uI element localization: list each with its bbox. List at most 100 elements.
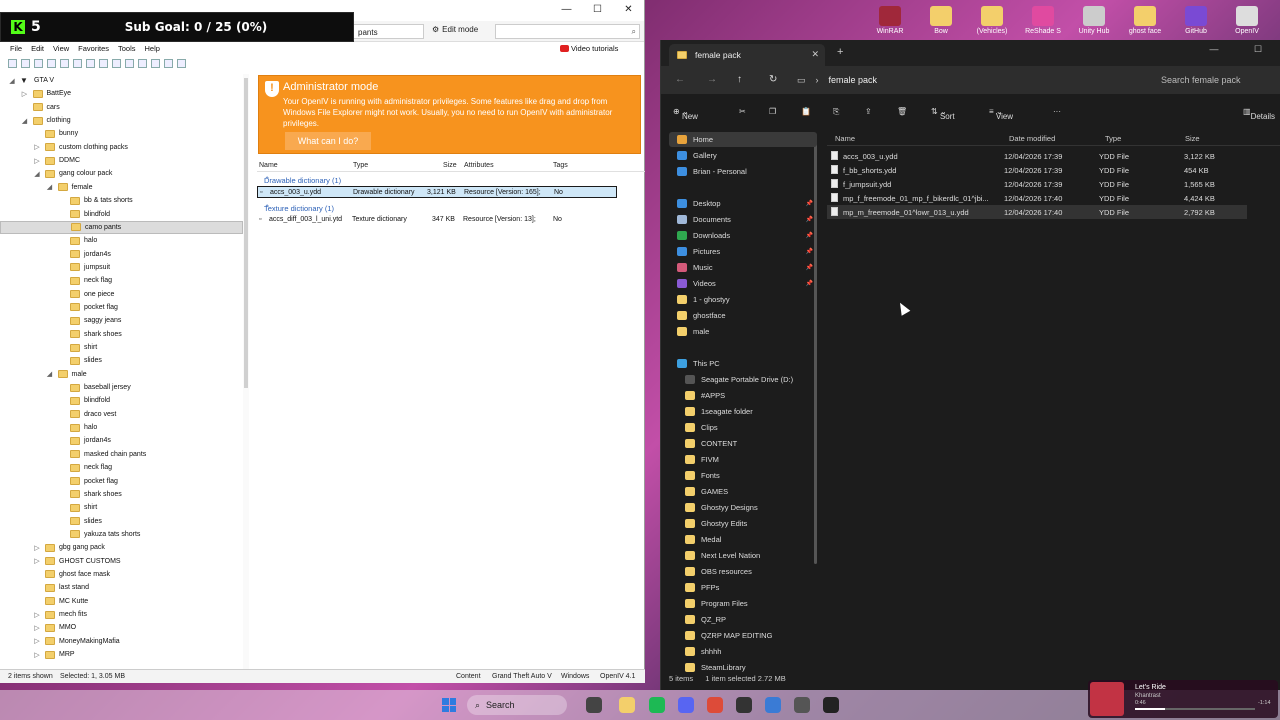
file-row[interactable]: f_bb_shorts.ydd 12/04/2026 17:39 YDD File 4… (827, 163, 1247, 177)
openiv-search-input[interactable]: ⌕ (495, 24, 640, 39)
tree-item-mmo[interactable]: ▷ MMO (0, 621, 243, 634)
nav-item-shhhh[interactable]: shhhh (669, 644, 817, 659)
tree-item-jordan4s[interactable]: jordan4s (0, 434, 243, 447)
delete-icon[interactable] (112, 59, 121, 68)
expand-toggle-icon[interactable]: ▷ (33, 624, 41, 632)
tree-item-draco-vest[interactable]: draco vest (0, 408, 243, 421)
menu-help[interactable]: Help (145, 44, 160, 56)
open-icon[interactable] (21, 59, 30, 68)
file-row[interactable]: ▫ accs_diff_003_l_uni.ytd Texture dictio… (257, 214, 617, 226)
tree-item-camo-pants[interactable]: camo pants (0, 220, 243, 234)
obs-icon[interactable] (736, 697, 752, 713)
tree-item-shark-shoes[interactable]: shark shoes (0, 328, 243, 341)
windows-start-icon[interactable] (442, 698, 456, 712)
file-explorer-icon[interactable] (619, 697, 635, 713)
share-icon[interactable]: ⇪ (865, 107, 872, 116)
nav-item-medal[interactable]: Medal (669, 532, 817, 547)
tree-item-jumpsuit[interactable]: jumpsuit (0, 261, 243, 274)
delete-icon[interactable]: 🗑 (897, 107, 907, 116)
close-tab-icon[interactable]: ✕ (811, 49, 819, 60)
nav-item-male[interactable]: male (669, 324, 817, 339)
explorer-search-input[interactable]: Search female pack (1153, 70, 1280, 90)
tree-item-custom-clothing-packs[interactable]: ▷ custom clothing packs (0, 141, 243, 154)
col-type[interactable]: Type (353, 162, 368, 169)
desktop-icon-vehicles[interactable]: (Vehicles) (972, 6, 1012, 35)
menu-edit[interactable]: Edit (31, 44, 44, 56)
tree-item-clothing[interactable]: ◢ clothing (0, 114, 243, 127)
app-icon[interactable] (765, 697, 781, 713)
nav-item-downloads[interactable]: Downloads 📌 (669, 228, 817, 243)
expand-toggle-icon[interactable]: ◢ (46, 370, 54, 378)
tree-item-male[interactable]: ◢ male (0, 368, 243, 381)
nav-item-steamlibrary[interactable]: SteamLibrary (669, 660, 817, 675)
nav-item-apps[interactable]: #APPS (669, 388, 817, 403)
properties-icon[interactable] (125, 59, 134, 68)
discord-icon[interactable] (678, 697, 694, 713)
address-bar[interactable]: ▭ › female pack (797, 70, 1147, 90)
maximize-icon[interactable]: ☐ (1236, 40, 1280, 58)
tree-item-moneymakingmafia[interactable]: ▷ MoneyMakingMafia (0, 635, 243, 648)
nav-item-this-pc[interactable]: This PC (669, 356, 817, 371)
tree-item-gbg-gang-pack[interactable]: ▷ gbg gang pack (0, 541, 243, 554)
nav-item-fonts[interactable]: Fonts (669, 468, 817, 483)
nav-item-music[interactable]: Music 📌 (669, 260, 817, 275)
path-tab[interactable]: pants (354, 24, 424, 39)
nav-item-pictures[interactable]: Pictures 📌 (669, 244, 817, 259)
nav-item-ghostyy-designs[interactable]: Ghostyy Designs (669, 500, 817, 515)
desktop-icon-winrar[interactable]: WinRAR (870, 6, 910, 35)
status-content[interactable]: Content (456, 673, 481, 680)
collapse-icon[interactable]: ⌃ (264, 175, 638, 184)
expand-toggle-icon[interactable]: ▷ (33, 651, 41, 659)
minimize-icon[interactable]: — (551, 0, 582, 18)
back-icon[interactable]: ← (675, 74, 685, 85)
nav-item-1seagate-folder[interactable]: 1seagate folder (669, 404, 817, 419)
copy-icon[interactable] (86, 59, 95, 68)
nav-item-qz-rp[interactable]: QZ_RP (669, 612, 817, 627)
tree-item-one-piece[interactable]: one piece (0, 288, 243, 301)
expand-toggle-icon[interactable]: ◢ (33, 170, 41, 178)
back-icon[interactable] (34, 59, 43, 68)
pin-icon[interactable]: 📌 (806, 280, 813, 287)
up-icon[interactable]: ↑ (737, 74, 742, 85)
new-button[interactable]: ⊕ New ⌄ (673, 107, 698, 121)
tree-item-pocket-flag[interactable]: pocket flag (0, 475, 243, 488)
menu-view[interactable]: View (53, 44, 69, 56)
collapse-icon[interactable]: ⌃ (264, 203, 638, 212)
cut-icon[interactable]: ✂ (739, 107, 746, 116)
tree-item-gta-v[interactable]: ◢ ▼ GTA V (0, 74, 243, 87)
rename-icon[interactable]: ⎘ (833, 107, 839, 117)
tree-item-ghost-face-mask[interactable]: ghost face mask (0, 568, 243, 581)
nav-item-ghostface[interactable]: ghostface (669, 308, 817, 323)
tree-item-yakuza-tats-shorts[interactable]: yakuza tats shorts (0, 528, 243, 541)
pin-icon[interactable]: 📌 (806, 248, 813, 255)
tree-item-slides[interactable]: slides (0, 515, 243, 528)
export-icon[interactable] (151, 59, 160, 68)
tree-item-bunny[interactable]: bunny (0, 127, 243, 140)
new-icon[interactable] (8, 59, 17, 68)
tree-item-bb-tats-shorts[interactable]: bb & tats shorts (0, 194, 243, 207)
expand-toggle-icon[interactable]: ▷ (33, 637, 41, 645)
video-tutorials-link[interactable]: Video tutorials (560, 44, 618, 53)
task-view-icon[interactable] (586, 697, 602, 713)
col-name[interactable]: Name (835, 134, 855, 143)
import-icon[interactable] (138, 59, 147, 68)
forward-icon[interactable]: → (707, 74, 717, 85)
pin-icon[interactable]: 📌 (806, 216, 813, 223)
spotify-icon[interactable] (649, 697, 665, 713)
nav-item-next-level-nation[interactable]: Next Level Nation (669, 548, 817, 563)
nav-item-videos[interactable]: Videos 📌 (669, 276, 817, 291)
music-widget[interactable]: Let's Ride Khantrast 0:46 -1:14 (1088, 680, 1278, 718)
copy-icon[interactable]: ❐ (769, 107, 776, 116)
expand-toggle-icon[interactable]: ▷ (33, 557, 41, 565)
nav-item-obs-resources[interactable]: OBS resources (669, 564, 817, 579)
tree-scrollbar[interactable] (243, 74, 249, 671)
group-header[interactable]: Texture dictionary (1) ⌃ (257, 202, 642, 214)
tree-item-female[interactable]: ◢ female (0, 181, 243, 194)
col-tags[interactable]: Tags (553, 162, 568, 169)
pin-icon[interactable]: 📌 (806, 232, 813, 239)
group-header[interactable]: Drawable dictionary (1) ⌃ (257, 174, 642, 186)
tree-item-blindfold[interactable]: blindfold (0, 208, 243, 221)
expand-toggle-icon[interactable]: ▷ (21, 90, 29, 98)
folder-tree[interactable]: ◢ ▼ GTA V ▷ BattEye cars ◢ clothing bunny ▷ custom… (0, 74, 249, 671)
up-icon[interactable] (60, 59, 69, 68)
